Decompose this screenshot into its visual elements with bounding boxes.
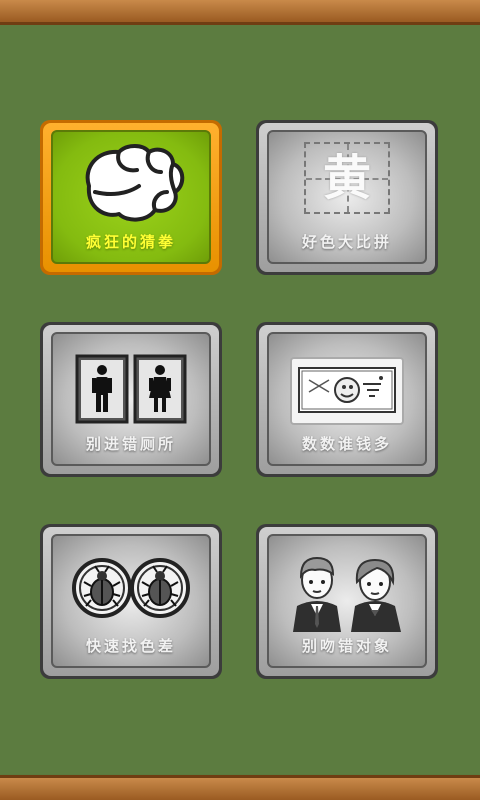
color-character-glyph: 黄: [322, 150, 371, 206]
banknote-icon: [290, 357, 404, 425]
game-tile-rock-paper-scissors[interactable]: 疯狂的猜拳: [40, 120, 222, 275]
game-tile-color-match[interactable]: 黄 好色大比拼: [256, 120, 438, 275]
wood-frame-top: [0, 0, 480, 25]
tile-label: 别进错厕所: [85, 435, 176, 453]
game-tile-restroom[interactable]: 别进错厕所: [40, 322, 222, 477]
restroom-icon: [75, 354, 187, 424]
beetle-coins-icon: [72, 558, 190, 618]
tile-panel: 快速找色差: [51, 534, 211, 668]
game-tile-spot-difference[interactable]: 快速找色差: [40, 524, 222, 679]
fist-icon: [85, 144, 185, 222]
game-tile-kiss-match[interactable]: 别吻错对象: [256, 524, 438, 679]
tile-label: 好色大比拼: [301, 233, 392, 251]
tile-panel: 别吻错对象: [267, 534, 427, 668]
color-character-icon: 黄: [304, 142, 390, 214]
tile-panel: 黄 好色大比拼: [267, 130, 427, 264]
tile-panel: 别进错厕所: [51, 332, 211, 466]
tile-label: 快速找色差: [85, 637, 176, 655]
tile-panel: 数数谁钱多: [267, 332, 427, 466]
couple-icon: [293, 556, 401, 632]
game-tile-money-count[interactable]: 数数谁钱多: [256, 322, 438, 477]
tile-panel: 疯狂的猜拳: [51, 130, 211, 264]
tile-label: 疯狂的猜拳: [85, 233, 176, 251]
wood-frame-bottom: [0, 775, 480, 800]
tile-label: 数数谁钱多: [301, 435, 392, 453]
tile-label: 别吻错对象: [301, 637, 392, 655]
